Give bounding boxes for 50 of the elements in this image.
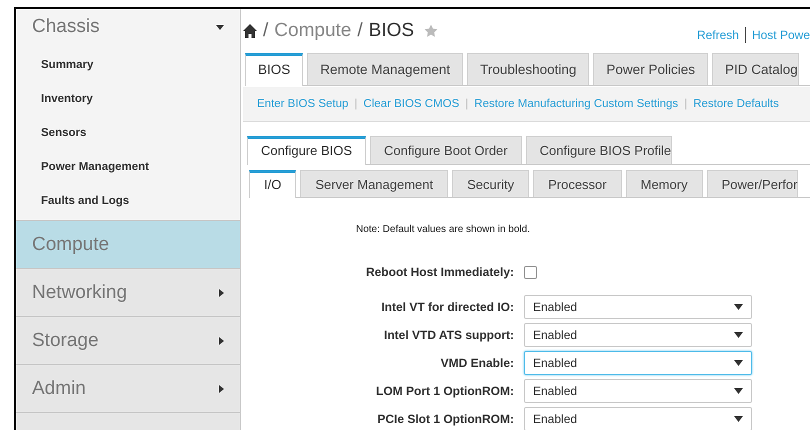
tab[interactable]: I/O bbox=[249, 170, 296, 198]
tab[interactable]: Server Management bbox=[300, 170, 448, 197]
nav-item[interactable]: Power Management bbox=[16, 150, 240, 184]
caret-icon bbox=[734, 304, 743, 310]
field-label: LOM Port 1 OptionROM: bbox=[375, 384, 514, 398]
tab[interactable]: Security bbox=[452, 170, 530, 197]
nav-item[interactable]: Faults and Logs bbox=[16, 184, 240, 218]
nav-item[interactable]: Summary bbox=[16, 48, 240, 82]
checkbox[interactable] bbox=[524, 266, 537, 278]
caret-icon bbox=[216, 24, 224, 30]
dropdown[interactable]: Enabled bbox=[524, 351, 752, 375]
caret-icon bbox=[219, 336, 224, 344]
nav-section[interactable]: Networking bbox=[16, 269, 240, 317]
tab[interactable]: Power Policies bbox=[593, 53, 708, 85]
breadcrumb-separator: / bbox=[357, 20, 363, 42]
link-separator: | bbox=[684, 98, 688, 110]
caret-icon bbox=[734, 332, 743, 338]
field-label: Reboot Host Immediately: bbox=[364, 265, 514, 279]
dropdown[interactable]: Enabled bbox=[524, 323, 752, 347]
caret-icon bbox=[734, 416, 743, 422]
tab[interactable]: Remote Management bbox=[307, 53, 464, 85]
dropdown[interactable]: Enabled bbox=[524, 407, 752, 430]
breadcrumb-separator: / bbox=[263, 20, 268, 42]
caret-icon bbox=[734, 388, 743, 394]
breadcrumb-item: BIOS bbox=[368, 20, 414, 42]
dropdown[interactable]: Enabled bbox=[524, 379, 752, 403]
nav-item[interactable]: Sensors bbox=[16, 116, 240, 150]
breadcrumb-item[interactable]: Compute bbox=[274, 20, 352, 42]
star-icon[interactable] bbox=[424, 24, 438, 38]
nav-item[interactable]: Inventory bbox=[16, 82, 240, 116]
link-separator: | bbox=[354, 98, 358, 110]
link-separator: | bbox=[465, 98, 468, 110]
dropdown[interactable]: Enabled bbox=[524, 295, 752, 319]
tab[interactable]: Processor bbox=[533, 170, 622, 197]
field-label: VMD Enable: bbox=[440, 356, 514, 370]
tab[interactable]: Troubleshooting bbox=[467, 53, 590, 85]
caret-icon bbox=[734, 360, 743, 366]
nav-section[interactable]: Admin bbox=[16, 365, 240, 413]
home-icon[interactable] bbox=[243, 24, 257, 38]
nav-section[interactable]: Storage bbox=[16, 317, 240, 365]
field-label: Intel VTD ATS support: bbox=[383, 328, 514, 342]
tab[interactable]: Configure Boot Order bbox=[370, 136, 522, 164]
tab[interactable]: BIOS bbox=[245, 53, 304, 86]
note-text: Note: Default values are shown in bold. bbox=[356, 224, 531, 235]
caret-icon bbox=[219, 384, 224, 392]
caret-icon bbox=[219, 288, 224, 296]
tab[interactable]: Configure BIOS bbox=[247, 136, 366, 165]
tab[interactable]: Memory bbox=[626, 170, 703, 197]
field-label: Intel VT for directed IO: bbox=[380, 300, 514, 314]
field-label: PCIe Slot 1 OptionROM: bbox=[376, 412, 514, 426]
